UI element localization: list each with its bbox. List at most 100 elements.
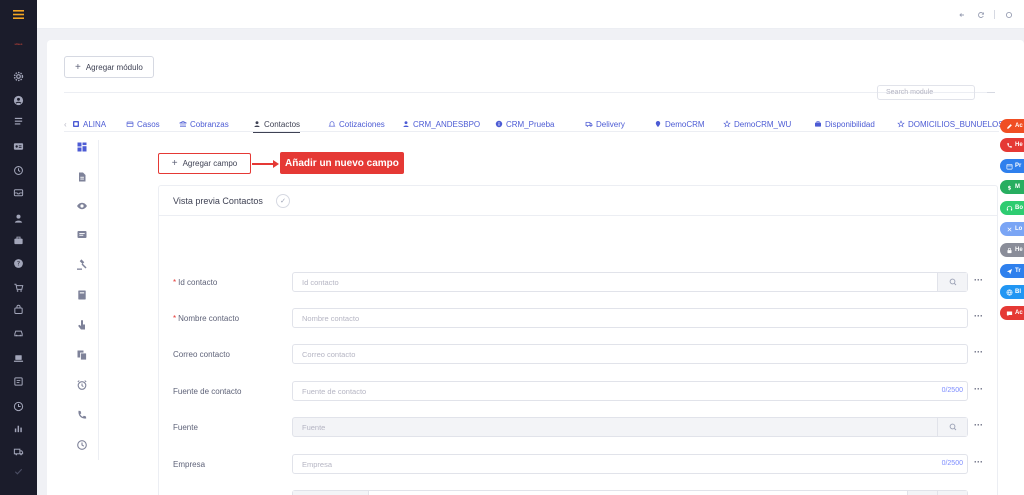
more-options-icon[interactable]: ··· [974,311,983,321]
clock-icon[interactable] [10,398,26,414]
tab-crm-andesbpo[interactable]: CRM_ANDESBPO [402,116,480,132]
user-icon[interactable] [10,210,26,226]
menu-toggle[interactable] [0,0,37,29]
floating-button[interactable]: He [1000,243,1024,257]
dollar-icon: $ [1006,184,1013,191]
message-icon[interactable] [75,228,88,241]
tab-contactos[interactable]: Contactos [253,116,301,133]
laptop-icon[interactable] [10,350,26,366]
form-row: * Id contacto Id contacto ··· [159,272,997,294]
field-label: * Nombre contacto [173,314,239,323]
back-arrow-icon[interactable] [956,9,967,20]
numero-input[interactable]: Seleccionanumero [292,490,968,495]
empresa-input[interactable]: Empresa 0/2500 [292,454,968,474]
car-icon[interactable] [10,324,26,340]
search-button[interactable] [937,418,967,436]
hamburger-icon [13,10,24,19]
alarm-icon[interactable] [75,378,88,391]
field-label: Fuente [173,423,198,432]
list-icon[interactable] [10,113,26,129]
add-module-button[interactable]: + Agregar módulo [64,56,154,78]
user-circle-icon[interactable] [10,92,26,108]
tab-label: CRM_Prueba [506,119,555,129]
more-options-icon[interactable]: ··· [974,384,983,394]
floating-button[interactable]: Pr [1000,159,1024,173]
floating-button[interactable]: He [1000,138,1024,152]
gear-icon[interactable] [10,68,26,84]
search-module-input[interactable]: Search module [877,85,975,100]
document-icon[interactable] [75,170,88,183]
book-icon[interactable] [75,288,88,301]
brand-logo: ulises [14,42,23,46]
tab-label: Disponibilidad [825,119,875,129]
more-options-icon[interactable]: ··· [974,275,983,285]
search-button[interactable] [937,273,967,291]
inbox-icon[interactable] [10,184,26,200]
copy-button[interactable] [937,491,967,495]
tabs-prev-icon[interactable]: ‹ [64,116,67,132]
tab-domicilios-bunuelos[interactable]: DOMICILIOS_BUNUELOS [897,116,1004,132]
more-options-icon[interactable]: ··· [974,420,983,430]
briefcase-icon[interactable] [10,232,26,248]
floating-button[interactable]: Lo [1000,222,1024,236]
cart-icon[interactable] [10,279,26,295]
bag-icon[interactable] [10,301,26,317]
floating-button-label: Tr [1015,268,1021,274]
help-icon[interactable]: ? [10,255,26,271]
more-options-icon[interactable]: ··· [974,347,983,357]
check-icon[interactable] [10,463,26,479]
circle-icon[interactable] [1003,9,1014,20]
fuente-de-contacto-input[interactable]: Fuente de contacto 0/2500 [292,381,968,401]
tab-democrm-wu[interactable]: DemoCRM_WU [723,116,791,132]
truck-icon[interactable] [10,443,26,459]
floating-button-label: He [1015,247,1023,253]
fuente-input[interactable]: Fuente [292,417,968,437]
user-icon [253,120,261,128]
refresh-icon[interactable] [975,9,986,20]
history-icon[interactable] [75,438,88,451]
phone-number-area[interactable]: numero [369,491,967,495]
floating-button[interactable]: Bl [1000,285,1024,299]
tab-casos[interactable]: Casos [126,116,160,132]
tab-alina[interactable]: ALINA [72,116,106,132]
bar-chart-icon[interactable] [10,420,26,436]
receipt-icon[interactable] [10,373,26,389]
history-icon[interactable] [10,162,26,178]
field-label: Empresa [173,460,205,469]
plus-icon: + [75,61,81,73]
tab-cobranzas[interactable]: Cobranzas [179,116,229,132]
floating-button[interactable]: Ac [1000,306,1024,320]
id-contacto-input[interactable]: Id contacto [292,272,968,292]
preview-title: Vista previa Contactos [173,196,263,206]
eye-icon[interactable] [75,199,88,212]
floating-button[interactable]: $ M [1000,180,1024,194]
call-button[interactable] [907,491,937,495]
field-placeholder: Empresa [302,460,333,469]
preview-panel: Vista previa Contactos ✓ * Id contacto Id … [158,185,998,495]
id-card-icon[interactable] [10,138,26,154]
field-label: * Id contacto [173,278,217,287]
correo-contacto-input[interactable]: Correo contacto [292,344,968,364]
square-icon [72,120,80,128]
tab-democrm[interactable]: DemoCRM [654,116,705,132]
star-icon [723,120,731,128]
dashboard-icon[interactable] [75,140,88,153]
nombre-contacto-input[interactable]: Nombre contacto [292,308,968,328]
gavel-icon[interactable] [75,258,88,271]
hand-icon[interactable] [75,318,88,331]
floating-button[interactable]: Ac [1000,119,1024,133]
tab-delivery[interactable]: Delivery [585,116,625,132]
floating-button[interactable]: Bo [1000,201,1024,215]
tab-disponibilidad[interactable]: Disponibilidad [814,116,875,132]
tab-crm-prueba[interactable]: CRM_Prueba [495,116,554,132]
copy-icon[interactable] [75,348,88,361]
form-row: Correo contacto Correo contacto ··· [159,344,997,366]
more-options-icon[interactable]: ··· [974,457,983,467]
add-field-button[interactable]: + Agregar campo [158,153,251,174]
floating-button[interactable]: Tr [1000,264,1024,278]
tab-cotizaciones[interactable]: Cotizaciones [328,116,385,132]
phone-icon[interactable] [75,408,88,421]
check-icon[interactable]: ✓ [276,194,290,208]
lock-icon [1006,247,1013,254]
country-select[interactable]: Selecciona [293,491,369,495]
